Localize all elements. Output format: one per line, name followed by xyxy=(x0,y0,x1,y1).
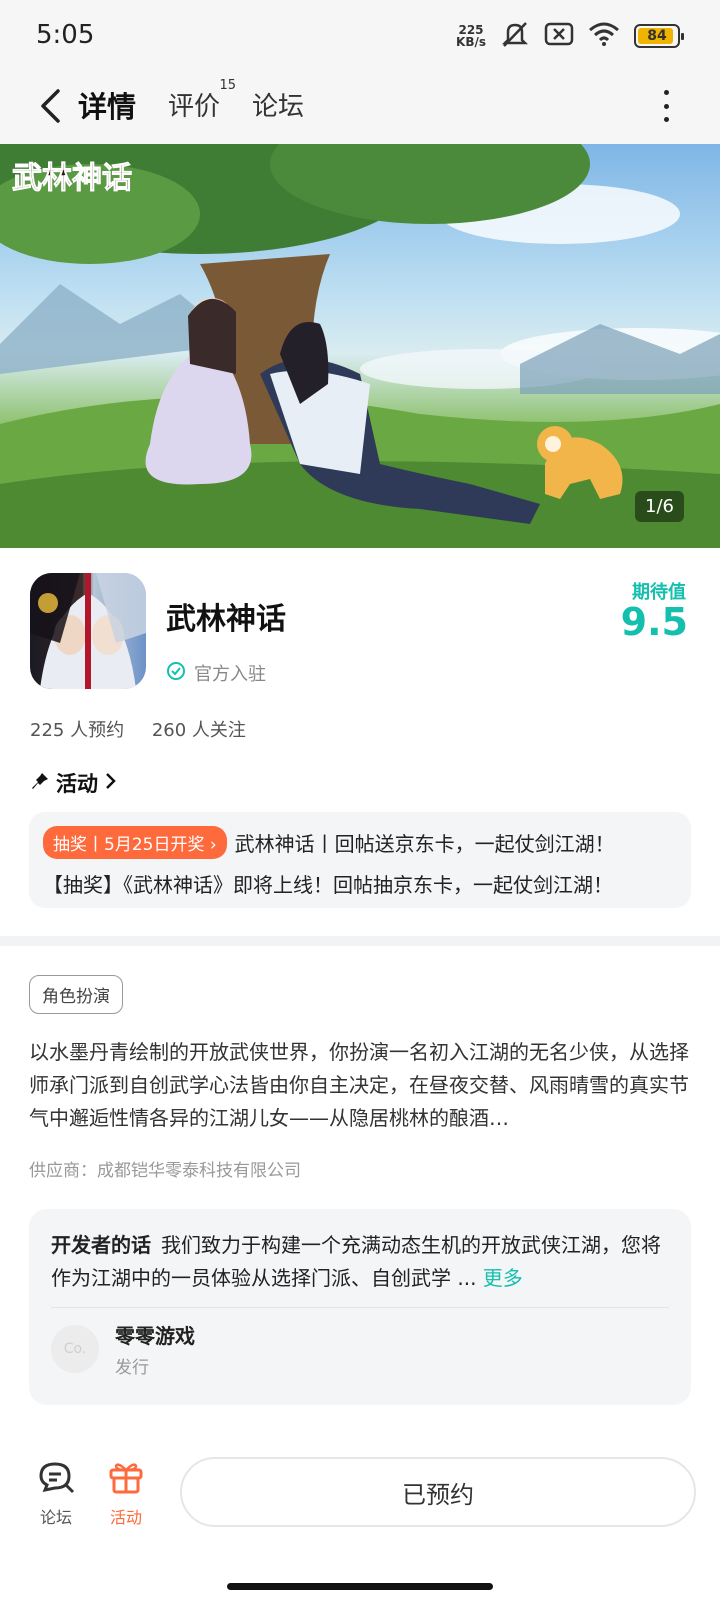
tab-forum[interactable]: 论坛 xyxy=(252,86,304,123)
status-icons: 225 KB/s 84 xyxy=(456,20,684,52)
official-label: 官方入驻 xyxy=(194,664,266,685)
net-speed-unit: KB/s xyxy=(456,35,486,49)
gift-icon xyxy=(108,1460,144,1498)
more-options-button[interactable] xyxy=(656,86,676,126)
back-button[interactable] xyxy=(28,84,72,128)
forum-label: 论坛 xyxy=(39,1508,72,1527)
tab-reviews[interactable]: 评价 15 xyxy=(168,78,236,123)
net-speed: 225 KB/s xyxy=(456,24,486,48)
check-circle-icon xyxy=(166,661,186,686)
lottery-tag-label: 抽奖丨5月25日开奖 xyxy=(53,835,205,855)
home-indicator[interactable] xyxy=(227,1583,493,1590)
activity-card[interactable]: 抽奖丨5月25日开奖 › 武林神话丨回帖送京东卡，一起仗剑江湖！ 【抽奖】《武林… xyxy=(29,812,691,908)
banner-carousel[interactable]: 武林神话 1/6 xyxy=(0,144,720,548)
pin-icon xyxy=(30,771,50,796)
tab-forum-label: 论坛 xyxy=(252,92,305,122)
review-count-badge: 15 xyxy=(219,78,237,93)
battery-level: 84 xyxy=(647,28,667,44)
supplier-info: 供应商：成都铠华零泰科技有限公司 xyxy=(29,1161,301,1181)
developer-message: 开发者的话 我们致力于构建一个充满动态生机的开放武侠江湖，您将作为江湖中的一员体验… xyxy=(51,1229,669,1295)
app-icon xyxy=(30,573,146,689)
battery-icon: 84 xyxy=(634,24,684,48)
lottery-tag: 抽奖丨5月25日开奖 › xyxy=(43,826,227,859)
developer-more-link[interactable]: 更多 xyxy=(483,1266,523,1290)
activity-label: 活动 xyxy=(109,1508,142,1527)
status-time: 5:05 xyxy=(36,20,95,50)
bottom-activity-button[interactable]: 活动 xyxy=(96,1460,156,1528)
app-stats: 225 人预约 260 人关注 xyxy=(30,716,246,742)
chevron-right-icon: › xyxy=(209,835,217,855)
publisher-name: 零零游戏 xyxy=(115,1324,195,1348)
tab-details[interactable]: 详情 xyxy=(78,84,137,128)
banner-illustration: 武林神话 xyxy=(0,144,720,548)
developer-message-title: 开发者的话 xyxy=(51,1233,151,1257)
activity-section-link[interactable]: 活动 xyxy=(30,768,118,798)
chevron-right-icon xyxy=(104,771,118,796)
more-dot xyxy=(663,103,669,109)
developer-divider xyxy=(51,1307,669,1308)
sim-card-icon xyxy=(544,21,574,51)
app-name: 武林神话 xyxy=(166,602,286,637)
tab-details-label: 详情 xyxy=(78,90,137,124)
forum-chat-icon xyxy=(37,1460,75,1498)
battery-tip xyxy=(681,33,684,40)
expectation-score: 9.5 xyxy=(620,600,688,644)
follower-count: 260 人关注 xyxy=(151,720,246,741)
reservation-count: 225 人预约 xyxy=(30,720,125,741)
official-badge: 官方入驻 xyxy=(166,660,266,686)
banner-page-counter: 1/6 xyxy=(635,491,684,522)
mute-icon xyxy=(500,20,530,52)
publisher-role: 发行 xyxy=(115,1358,149,1378)
publisher-row[interactable]: Co. 零零游戏 发行 xyxy=(51,1320,669,1378)
more-dot xyxy=(663,90,669,95)
bottom-forum-button[interactable]: 论坛 xyxy=(26,1460,86,1528)
publisher-avatar: Co. xyxy=(51,1325,99,1373)
game-description: 以水墨丹青绘制的开放武侠世界，你扮演一名初入江湖的无名少侠，从选择师承门派到自创… xyxy=(29,1040,689,1130)
more-dot xyxy=(663,117,669,122)
activity-heading: 活动 xyxy=(56,772,98,796)
activity-subtitle: 【抽奖】《武林神话》即将上线！回帖抽京东卡，一起仗剑江湖！ xyxy=(43,873,613,897)
tab-reviews-label: 评价 xyxy=(168,92,221,122)
status-bar: 5:05 225 KB/s 84 xyxy=(0,0,720,72)
section-divider xyxy=(0,936,720,946)
activity-title: 武林神话丨回帖送京东卡，一起仗剑江湖！ xyxy=(234,832,615,856)
genre-tag[interactable]: 角色扮演 xyxy=(29,975,123,1014)
svg-text:武林神话: 武林神话 xyxy=(12,161,132,196)
wifi-icon xyxy=(588,21,620,51)
chevron-left-icon xyxy=(41,89,60,123)
reserved-button[interactable]: 已预约 xyxy=(180,1457,696,1527)
developer-card: 开发者的话 我们致力于构建一个充满动态生机的开放武侠江湖，您将作为江湖中的一员体验… xyxy=(29,1209,691,1405)
top-nav: 详情 评价 15 论坛 xyxy=(0,72,720,144)
